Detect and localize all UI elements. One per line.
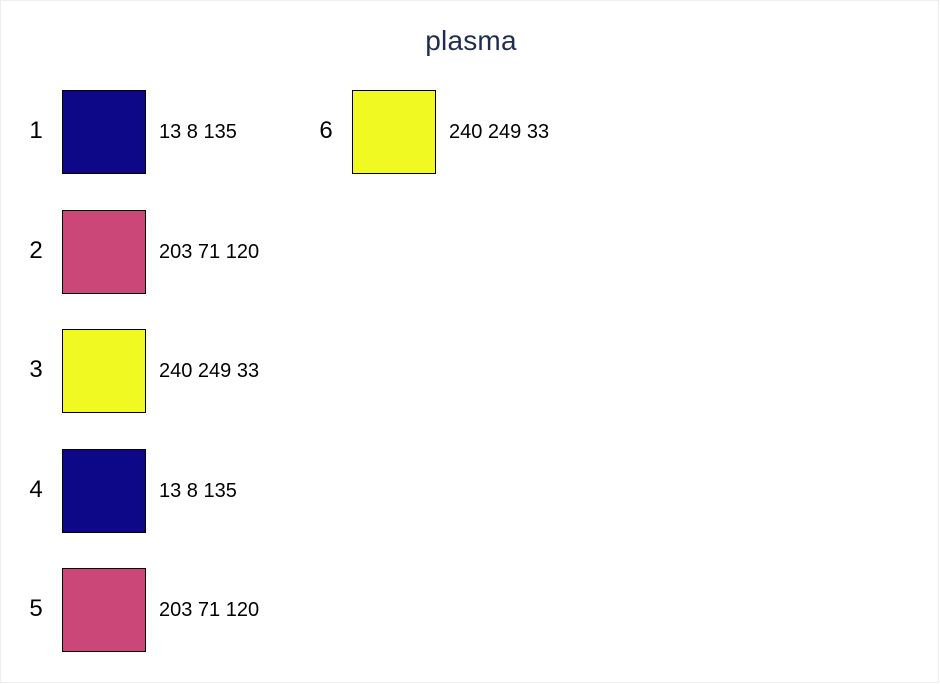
swatch-rgb-label: 203 71 120 — [159, 599, 260, 621]
swatch-index: 4 — [29, 476, 43, 503]
swatch-row: 3 240 249 33 — [21, 329, 301, 413]
swatch-row: 1 13 8 135 — [21, 90, 301, 174]
swatch-rgb-label: 240 249 33 — [449, 121, 550, 143]
color-swatch — [62, 210, 146, 294]
swatch-index: 1 — [29, 117, 43, 144]
swatch-index: 2 — [29, 237, 43, 264]
swatch-row: 5 203 71 120 — [21, 568, 301, 652]
swatch-index: 6 — [319, 117, 333, 144]
swatch-index: 3 — [29, 356, 43, 383]
chart-title: plasma — [425, 25, 517, 56]
color-swatch — [62, 568, 146, 652]
swatch-row: 2 203 71 120 — [21, 210, 301, 294]
swatch-index: 5 — [29, 595, 43, 622]
color-swatch — [352, 90, 436, 174]
swatch-row: 6 240 249 33 — [311, 90, 591, 174]
palette-chart: plasma 1 13 8 135 2 203 71 120 3 240 249 33 4 1… — [0, 0, 939, 683]
swatch-rgb-label: 240 249 33 — [159, 360, 260, 382]
color-swatch — [62, 329, 146, 413]
color-swatch — [62, 449, 146, 533]
swatch-rgb-label: 13 8 135 — [159, 480, 237, 502]
swatch-row: 4 13 8 135 — [21, 449, 301, 533]
swatch-rgb-label: 203 71 120 — [159, 241, 260, 263]
swatch-rgb-label: 13 8 135 — [159, 121, 237, 143]
color-swatch — [62, 90, 146, 174]
